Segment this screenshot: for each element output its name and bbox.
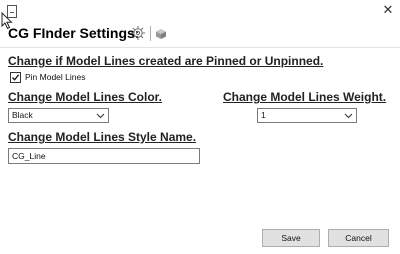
chevron-down-icon <box>344 113 353 119</box>
pin-section-heading: Change if Model Lines created are Pinned… <box>8 54 324 68</box>
color-dropdown-value: Black <box>12 110 33 120</box>
color-dropdown[interactable]: Black <box>8 108 109 123</box>
save-button[interactable]: Save <box>262 229 320 247</box>
header-divider-line <box>0 47 400 48</box>
checkmark-icon <box>12 74 20 81</box>
line-style-name-input[interactable] <box>8 148 200 164</box>
weight-dropdown-value: 1 <box>261 110 266 120</box>
page-title: CG FInder Settings: <box>8 25 140 41</box>
pin-model-lines-checkbox[interactable] <box>10 72 21 83</box>
cancel-button[interactable]: Cancel <box>328 229 389 247</box>
weight-dropdown[interactable]: 1 <box>257 108 357 123</box>
color-section-heading: Change Model Lines Color. <box>8 90 163 104</box>
chevron-down-icon <box>96 113 105 119</box>
header-divider <box>150 26 151 41</box>
weight-section-heading: Change Model Lines Weight. <box>223 90 387 104</box>
close-button[interactable]: ✕ <box>378 2 398 20</box>
style-section-heading: Change Model Lines Style Name. <box>8 130 197 144</box>
cube-icon[interactable] <box>155 28 167 40</box>
pin-model-lines-label[interactable]: Pin Model Lines <box>25 72 85 82</box>
gear-icon[interactable] <box>130 25 146 41</box>
